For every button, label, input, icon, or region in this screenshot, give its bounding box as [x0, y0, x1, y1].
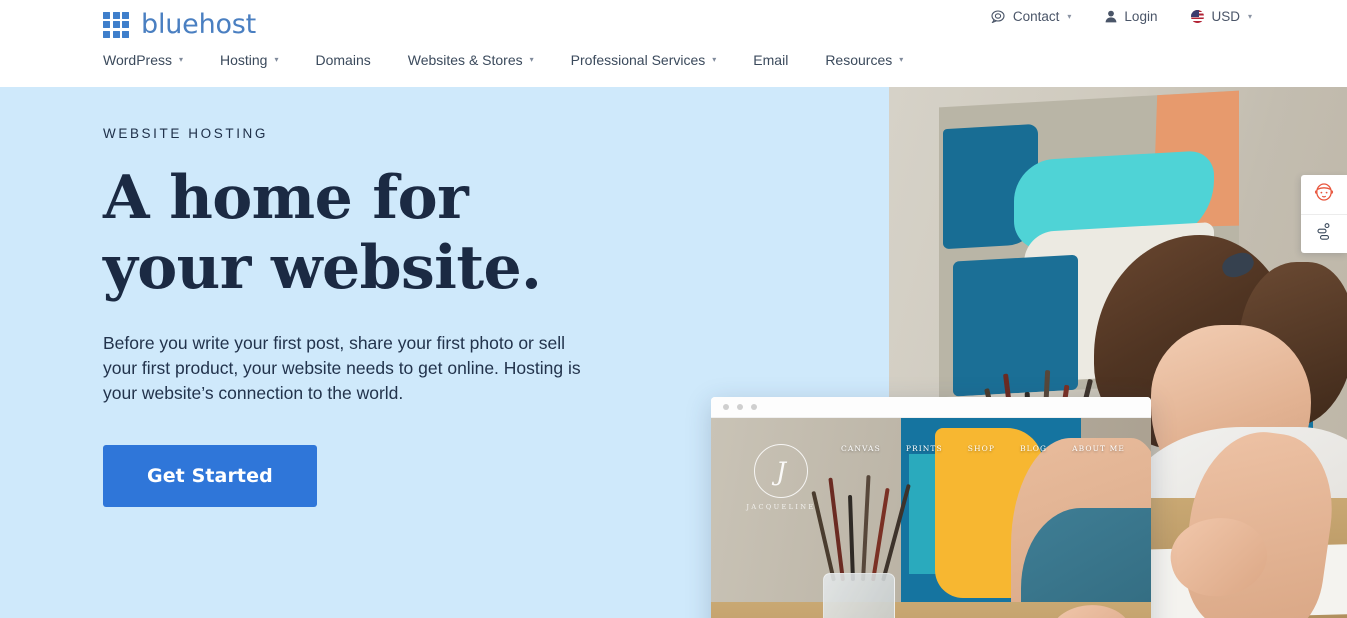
grid-logo-icon [103, 11, 129, 38]
share-nodes-button[interactable] [1301, 214, 1347, 253]
page-title: A home for your website. [103, 163, 663, 303]
bluehost-logo[interactable]: bluehost [103, 11, 256, 38]
user-person-icon [1105, 10, 1117, 23]
floating-side-widget [1301, 175, 1347, 253]
nav-label: Email [753, 52, 789, 68]
mockup-site-name: JACQUELINE [746, 503, 816, 511]
mockup-site-logo[interactable]: J JACQUELINE [735, 444, 827, 511]
browser-mockup: J JACQUELINE CANVAS PRINTS SHOP BLOG ABO… [711, 397, 1151, 618]
nav-label: Websites & Stores [407, 52, 523, 68]
utility-label-login: Login [1124, 9, 1158, 24]
brand-wordmark: bluehost [141, 9, 257, 40]
share-nodes-icon [1316, 222, 1332, 246]
hero-description: Before you write your first post, share … [103, 333, 581, 403]
nav-item-websites-stores[interactable]: Websites & Stores ▾ [408, 48, 553, 72]
nav-item-email[interactable]: Email [753, 48, 807, 72]
chevron-down-icon: ▾ [712, 55, 717, 64]
window-dot-icon [723, 404, 729, 410]
utility-item-currency[interactable]: USD ▾ [1191, 9, 1252, 24]
main-navigation: WordPress ▾ Hosting ▾ Domains Websites &… [103, 48, 922, 72]
nav-label: Professional Services [570, 52, 706, 68]
chevron-down-icon: ▾ [1247, 11, 1252, 21]
mockup-titlebar [711, 397, 1151, 418]
nav-item-professional-services[interactable]: Professional Services ▾ [571, 48, 736, 72]
hero-copy: WEBSITE HOSTING A home for your website.… [103, 126, 663, 508]
utility-nav: Contact ▾ Login USD ▾ [991, 9, 1252, 24]
get-started-button[interactable]: Get Started [103, 445, 317, 508]
utility-label-currency: USD [1211, 9, 1240, 24]
headline-line-1: A home for [103, 163, 469, 233]
nav-item-resources[interactable]: Resources ▾ [825, 48, 922, 72]
nav-label: Resources [825, 52, 893, 68]
monogram-letter: J [775, 456, 787, 486]
chevron-down-icon: ▾ [178, 55, 183, 64]
hero-eyebrow: WEBSITE HOSTING [103, 126, 269, 141]
window-dot-icon [737, 404, 743, 410]
nav-item-wordpress[interactable]: WordPress ▾ [103, 48, 202, 72]
nav-item-hosting[interactable]: Hosting ▾ [220, 48, 297, 72]
chat-bubble-icon [991, 10, 1006, 23]
window-dot-icon [751, 404, 757, 410]
utility-item-contact[interactable]: Contact ▾ [991, 9, 1072, 24]
nav-label: WordPress [103, 52, 172, 68]
chevron-down-icon: ▾ [899, 55, 904, 64]
mockup-nav-prints[interactable]: PRINTS [906, 444, 943, 453]
chevron-down-icon: ▾ [529, 55, 534, 64]
nav-item-domains[interactable]: Domains [315, 48, 389, 72]
mockup-nav-shop[interactable]: SHOP [968, 444, 995, 453]
support-agent-face-icon [1313, 181, 1335, 208]
mockup-site-nav: CANVAS PRINTS SHOP BLOG ABOUT ME [711, 444, 1151, 453]
headline-line-2: your website. [103, 233, 542, 304]
mockup-viewport: J JACQUELINE CANVAS PRINTS SHOP BLOG ABO… [711, 418, 1151, 618]
mockup-nav-blog[interactable]: BLOG [1020, 444, 1047, 453]
site-header: bluehost Contact ▾ Login USD ▾ WordPress… [0, 0, 1347, 87]
mockup-brush-jar [823, 573, 895, 618]
nav-label: Domains [315, 52, 371, 68]
mockup-nav-canvas[interactable]: CANVAS [841, 444, 881, 453]
us-flag-icon [1191, 10, 1205, 23]
mockup-nav-about-me[interactable]: ABOUT ME [1072, 444, 1125, 453]
chevron-down-icon: ▾ [274, 55, 279, 64]
utility-item-login[interactable]: Login [1105, 9, 1157, 24]
utility-label-contact: Contact [1012, 9, 1060, 24]
support-chat-button[interactable] [1301, 175, 1347, 214]
nav-label: Hosting [220, 52, 268, 68]
hero-section: WEBSITE HOSTING A home for your website.… [0, 87, 1347, 618]
chevron-down-icon: ▾ [1067, 11, 1072, 21]
mockup-paint-brushes [811, 473, 911, 582]
